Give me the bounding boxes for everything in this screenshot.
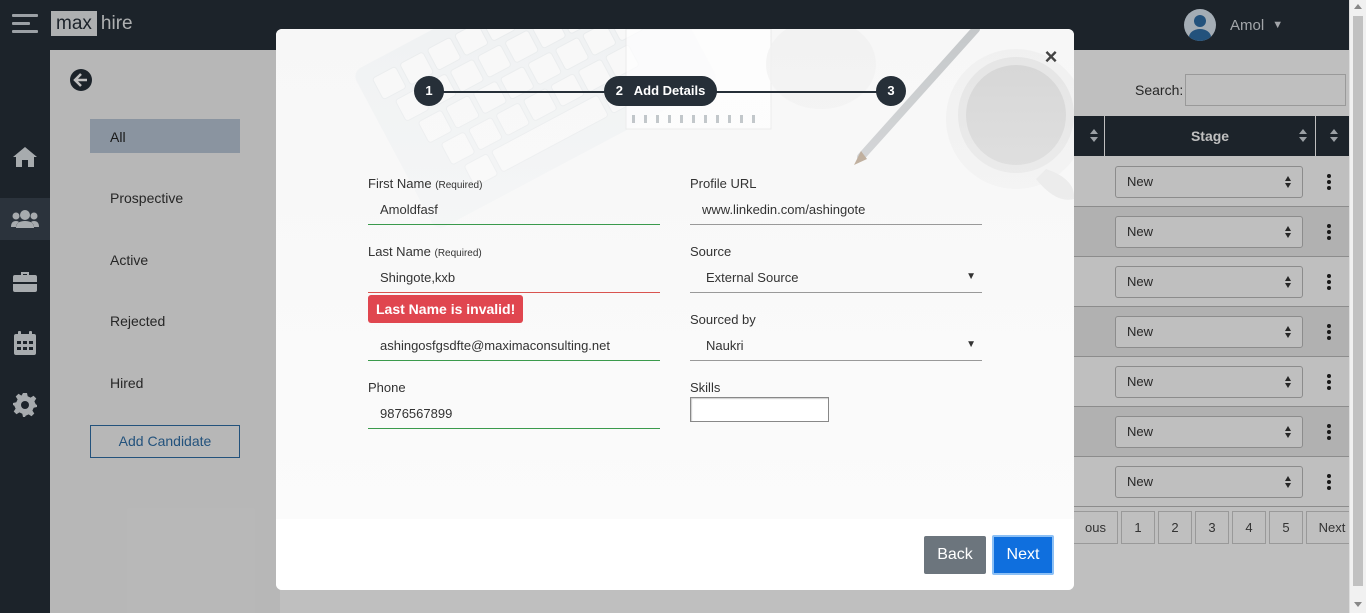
close-icon[interactable]: × [1041, 46, 1061, 68]
profile-url-label: Profile URL [690, 176, 757, 191]
sourced-by-select[interactable]: Naukri ▼ [690, 332, 982, 361]
back-button[interactable]: Back [924, 536, 986, 574]
skills-input[interactable] [690, 397, 829, 422]
first-name-field[interactable]: Amoldfasf [368, 196, 660, 225]
sourced-by-label: Sourced by [690, 312, 756, 327]
next-button[interactable]: Next [992, 535, 1054, 575]
dropdown-arrow-icon: ▼ [966, 271, 976, 282]
step-label: Add Details [633, 83, 706, 98]
step-3: 3 [876, 76, 906, 106]
last-name-field[interactable]: Shingote,kxb [368, 264, 660, 293]
profile-url-field[interactable]: www.linkedin.com/ashingote [690, 196, 982, 225]
sourced-by-value: Naukri [706, 338, 744, 353]
phone-field[interactable]: 9876567899 [368, 400, 660, 429]
step-1: 1 [414, 76, 444, 106]
page-scrollbar[interactable] [1349, 0, 1366, 613]
source-label: Source [690, 244, 732, 259]
dropdown-arrow-icon: ▼ [966, 339, 976, 350]
add-candidate-modal: × 1 2 Add Details 3 First Name (Required… [276, 29, 1074, 590]
phone-label: Phone [368, 380, 406, 395]
last-name-label: Last Name (Required) [368, 244, 482, 259]
source-select[interactable]: External Source ▼ [690, 264, 982, 293]
last-name-error-tooltip: Last Name is invalid! [368, 295, 524, 323]
step-number: 3 [887, 83, 895, 98]
source-value: External Source [706, 270, 799, 285]
skills-label: Skills [690, 380, 721, 395]
modal-footer: Back Next [276, 519, 1074, 590]
first-name-label: First Name (Required) [368, 176, 483, 191]
step-number: 2 [615, 83, 623, 98]
email-field[interactable]: ashingosfgsdfte@maximaconsulting.net [368, 332, 660, 361]
step-number: 1 [425, 83, 433, 98]
step-2-active: 2 Add Details [604, 76, 717, 106]
